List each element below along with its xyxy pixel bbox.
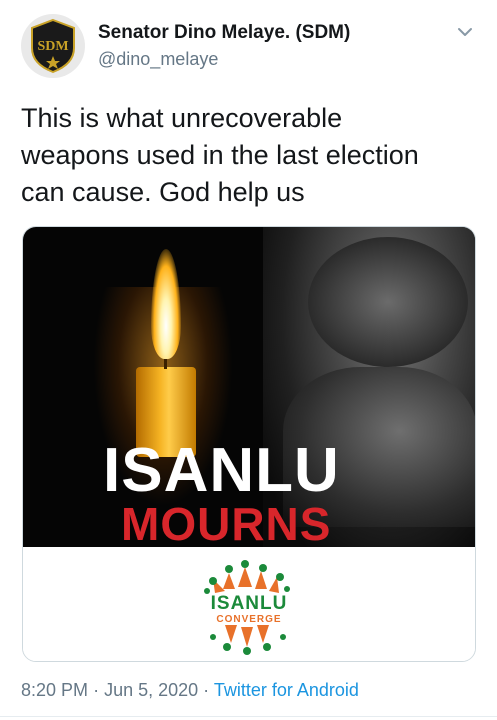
crying-face (308, 237, 468, 367)
tweet-header: SDM Senator Dino Melaye. (SDM) @dino_mel… (0, 0, 497, 90)
meta-separator: · (203, 680, 210, 700)
tweet-meta: 8:20 PM · Jun 5, 2020 · Twitter for Andr… (21, 680, 359, 701)
isanlu-converge-logo: ISANLU CONVERGE (183, 559, 315, 655)
avatar-badge-icon: SDM (31, 18, 75, 74)
divider (0, 716, 497, 717)
logo-panel: ISANLU CONVERGE (23, 547, 475, 661)
avatar-text: SDM (37, 39, 68, 54)
tweet-image[interactable]: ISANLU MOURNS ISANLU CONVERGE (22, 226, 476, 662)
tweet-text: This is what unrecoverable weapons used … (21, 103, 419, 207)
meta-separator: · (93, 680, 100, 700)
tweet-date[interactable]: Jun 5, 2020 (104, 680, 198, 700)
tweet-time[interactable]: 8:20 PM (21, 680, 88, 700)
memorial-image: ISANLU MOURNS (23, 227, 475, 547)
logo-title: ISANLU (210, 593, 288, 614)
logo-subtitle: CONVERGE (216, 614, 282, 625)
headline-mourns: MOURNS (121, 498, 332, 547)
chevron-down-icon[interactable] (455, 22, 475, 42)
candle-flame-icon (151, 249, 181, 359)
author-handle[interactable]: @dino_melaye (98, 49, 218, 70)
avatar[interactable]: SDM (21, 14, 85, 78)
headline-isanlu: ISANLU (103, 436, 340, 505)
tweet-source-link[interactable]: Twitter for Android (214, 680, 359, 700)
author-display-name[interactable]: Senator Dino Melaye. (SDM) (98, 22, 350, 44)
